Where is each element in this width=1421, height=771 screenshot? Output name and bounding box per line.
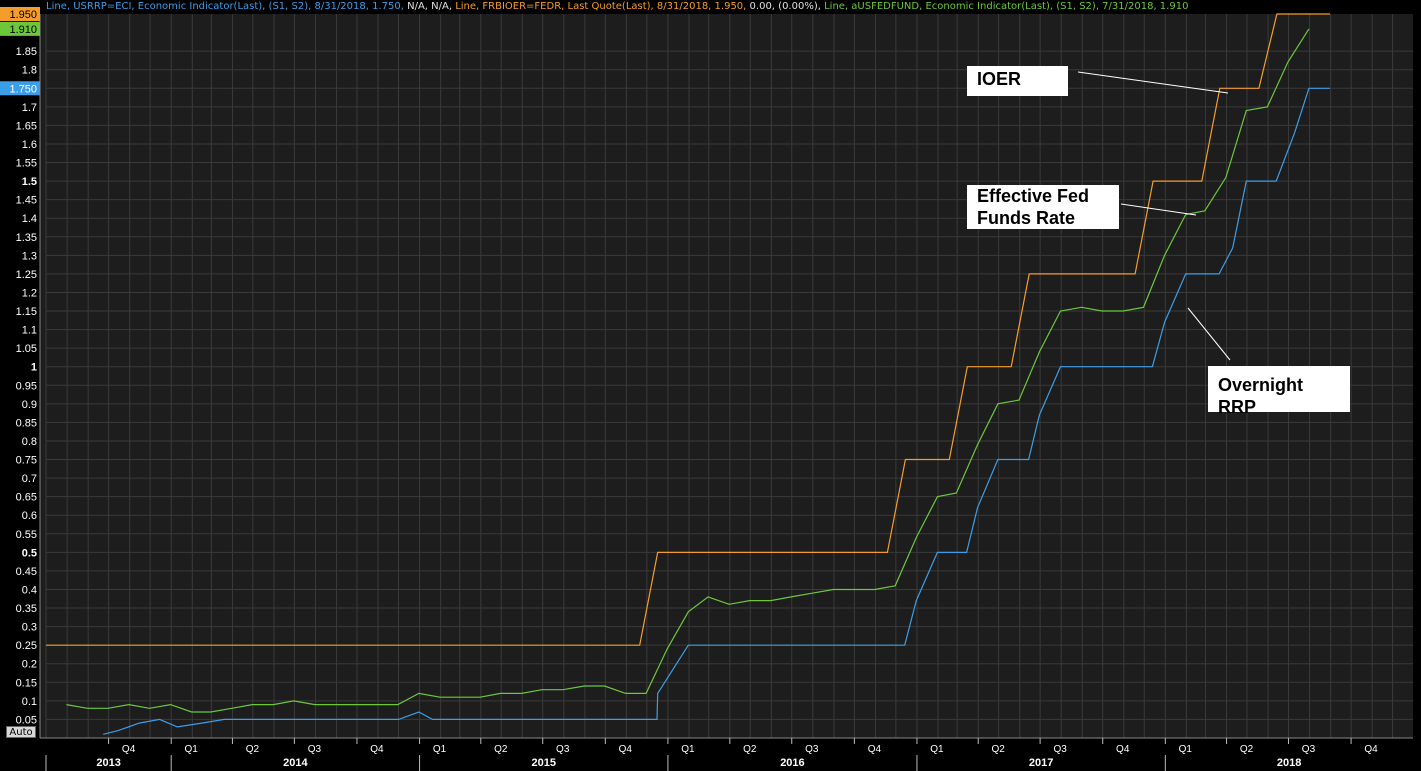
annotation-ioer: IOER [967, 66, 1068, 96]
y-tick-label: 0.65 [16, 492, 37, 504]
y-tick-label: 0.4 [22, 584, 37, 596]
quarter-label: Q4 [1364, 744, 1378, 755]
y-tick-label: 1.85 [16, 46, 37, 58]
quarter-label: Q2 [1240, 744, 1254, 755]
y-tick-label: 1.65 [16, 120, 37, 132]
y-tick-label: 1.1 [22, 325, 37, 337]
quarter-label: Q2 [246, 744, 260, 755]
y-tick-label: 0.85 [16, 417, 37, 429]
quarter-label: Q2 [992, 744, 1006, 755]
year-label: 2013 [96, 757, 120, 769]
quarter-label: Q1 [930, 744, 944, 755]
year-label: 2017 [1029, 757, 1053, 769]
quarter-label: Q4 [1116, 744, 1130, 755]
annotation-rrp: Overnight RRP [1208, 366, 1350, 417]
legend-entry: Line, FRBIOER=FEDR, Last Quote(Last), 8/… [452, 1, 747, 12]
y-tick-label: 0.6 [22, 510, 37, 522]
annotation-effr-text: Effective Fed Funds Rate [977, 186, 1090, 228]
auto-scale-button[interactable]: Auto [6, 726, 36, 738]
y-tick-label: 0.95 [16, 380, 37, 392]
y-tick-label: 0.05 [16, 714, 37, 726]
quarter-label: Q1 [185, 744, 199, 755]
year-label: 2014 [283, 757, 308, 769]
y-tick-label: 0.55 [16, 529, 37, 541]
quarter-label: Q1 [1179, 744, 1193, 755]
quarter-label: Q3 [1302, 744, 1316, 755]
year-label: 2015 [531, 757, 555, 769]
y-tick-label: 1.05 [16, 343, 37, 355]
legend-entry: Line, aUSFEDFUND, Economic Indicator(Las… [820, 1, 1189, 12]
y-tick-label: 1.6 [22, 139, 37, 151]
last-value-tag-text: 1.910 [9, 24, 37, 36]
legend-entry: 0.00, (0.00%), [746, 1, 821, 12]
quarter-label: Q3 [805, 744, 819, 755]
quarter-label: Q4 [122, 744, 136, 755]
y-tick-label: 1.8 [22, 65, 37, 77]
y-tick-label: 0.2 [22, 659, 37, 671]
y-tick-label: 0.7 [22, 473, 37, 485]
quarter-label: Q4 [370, 744, 384, 755]
y-tick-label: 1.7 [22, 102, 37, 114]
y-tick-label: 1.2 [22, 287, 37, 299]
y-tick-label: 0.9 [22, 399, 37, 411]
last-value-tag-text: 1.750 [9, 83, 37, 95]
y-tick-label: 0.75 [16, 455, 37, 467]
quarter-label: Q4 [619, 744, 633, 755]
quarter-label: Q3 [556, 744, 570, 755]
y-tick-label: 1.4 [22, 213, 37, 225]
y-tick-label: 0.15 [16, 677, 37, 689]
quarter-label: Q2 [743, 744, 757, 755]
y-tick-label: 0.45 [16, 566, 37, 578]
quarter-label: Q2 [494, 744, 508, 755]
y-tick-label: 1.25 [16, 269, 37, 281]
y-tick-label: 1.35 [16, 232, 37, 244]
series-legend: Line, USRRP=ECI, Economic Indicator(Last… [46, 0, 1188, 14]
quarter-label: Q3 [1053, 744, 1067, 755]
y-tick-label: 0.35 [16, 603, 37, 615]
quarter-label: Q3 [308, 744, 322, 755]
y-tick-label: 0.3 [22, 622, 37, 634]
y-tick-label: 1.5 [22, 176, 37, 188]
quarter-label: Q4 [868, 744, 882, 755]
quarter-label: Q1 [433, 744, 447, 755]
legend-entry: N/A, N/A, [403, 1, 453, 12]
quarter-label: Q1 [681, 744, 695, 755]
legend-entry: Line, USRRP=ECI, Economic Indicator(Last… [46, 1, 404, 12]
y-tick-label: 1.45 [16, 195, 37, 207]
y-tick-label: 0.25 [16, 640, 37, 652]
y-tick-label: 0.5 [22, 547, 37, 559]
annotation-effr: Effective Fed Funds Rate [967, 185, 1119, 229]
annotation-ioer-text: IOER [977, 69, 1022, 89]
y-tick-label: 0.1 [22, 696, 37, 708]
annotation-rrp-text: Overnight RRP [1218, 375, 1304, 417]
year-label: 2016 [780, 757, 804, 769]
y-tick-label: 1.15 [16, 306, 37, 318]
year-label: 2018 [1277, 757, 1301, 769]
y-tick-label: 0.8 [22, 436, 37, 448]
last-value-tag-text: 1.950 [9, 9, 37, 21]
y-tick-label: 1 [31, 362, 37, 374]
y-tick-label: 1.55 [16, 158, 37, 170]
y-tick-label: 1.3 [22, 250, 37, 262]
